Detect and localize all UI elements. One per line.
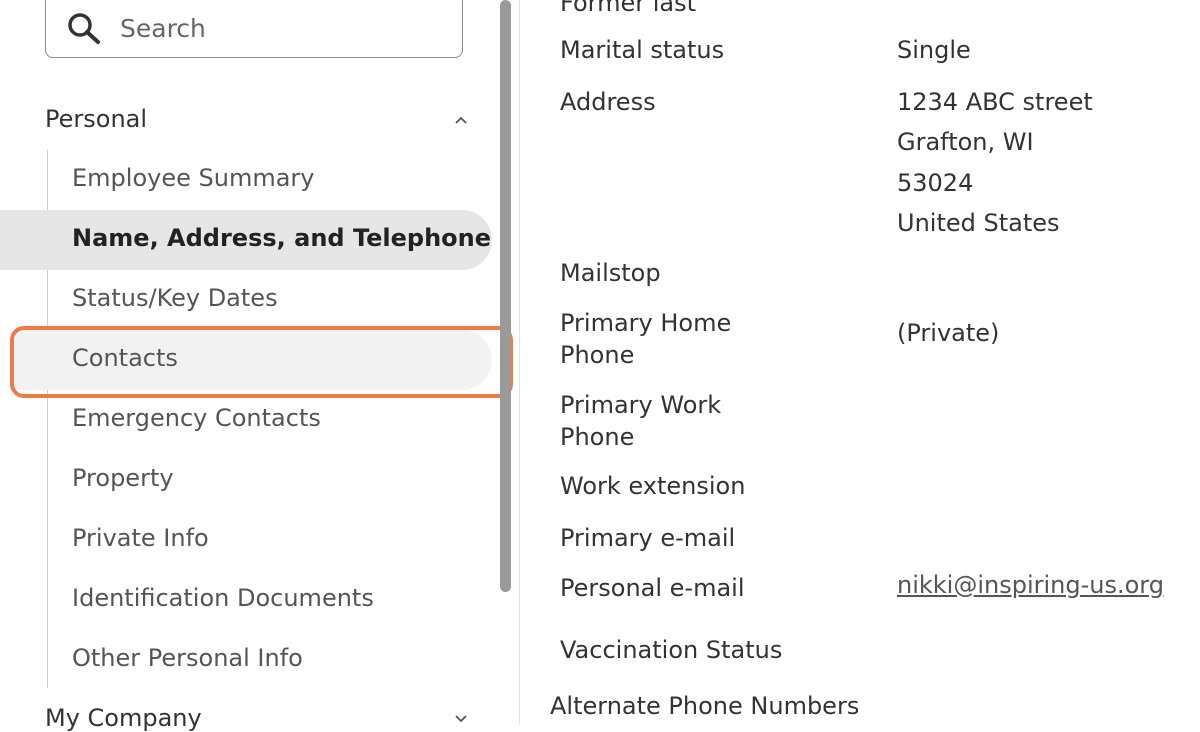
address-label: Address [560, 88, 656, 116]
scrollbar-thumb[interactable] [500, 0, 511, 592]
sidebar-item-other-personal-info[interactable]: Other Personal Info [0, 630, 492, 690]
work-phone-label-line1: Primary Work [560, 391, 722, 419]
section-personal[interactable]: Personal [45, 105, 147, 133]
sidebar-item-property[interactable]: Property [0, 450, 492, 510]
chevron-down-icon[interactable] [452, 713, 470, 725]
search-input[interactable] [118, 9, 452, 47]
address-line2: Grafton, WI [897, 128, 1034, 156]
primary-email-label: Primary e-mail [560, 524, 736, 552]
sidebar-item-label: Status/Key Dates [72, 284, 278, 312]
address-line3: 53024 [897, 169, 974, 197]
sidebar-item-label: Identification Documents [72, 584, 374, 612]
sidebar-item-label: Name, Address, and Telephone [72, 224, 492, 252]
search-icon [68, 13, 100, 44]
sidebar-item-label: Other Personal Info [72, 644, 303, 672]
sidebar-item-emergency-contacts[interactable]: Emergency Contacts [0, 390, 492, 450]
sidebar-item-label: Employee Summary [72, 164, 315, 192]
sidebar-item-status-key-dates[interactable]: Status/Key Dates [0, 270, 492, 330]
personal-email-link[interactable]: nikki@inspiring-us.org [897, 565, 1164, 605]
sidebar-item-label: Private Info [72, 524, 209, 552]
mailstop-label: Mailstop [560, 259, 661, 287]
vaccination-status-label: Vaccination Status [560, 636, 783, 664]
sidebar-item-label: Property [72, 464, 174, 492]
highlight-annotation [10, 326, 513, 398]
former-last-label: Former last [560, 0, 697, 17]
address-line4: United States [897, 209, 1060, 237]
marital-status-label: Marital status [560, 36, 725, 64]
personal-email-label: Personal e-mail [560, 574, 745, 602]
marital-status-value: Single [897, 36, 971, 64]
search-box[interactable] [45, 0, 463, 58]
sidebar-item-name-address-telephone[interactable]: Name, Address, and Telephone [0, 210, 492, 270]
details-panel: Former last Marital status Single Addres… [520, 0, 1200, 725]
alternate-phone-numbers-heading: Alternate Phone Numbers [550, 692, 860, 720]
section-my-company[interactable]: My Company [45, 704, 202, 732]
sidebar: Personal Employee Summary Name, Address,… [0, 0, 520, 732]
chevron-up-icon[interactable] [452, 114, 470, 126]
sidebar-item-identification-documents[interactable]: Identification Documents [0, 570, 492, 630]
sidebar-item-private-info[interactable]: Private Info [0, 510, 492, 570]
work-phone-label-line2: Phone [560, 423, 635, 451]
sidebar-item-label: Emergency Contacts [72, 404, 321, 432]
address-line1: 1234 ABC street [897, 88, 1093, 116]
work-extension-label: Work extension [560, 472, 746, 500]
home-phone-value: (Private) [897, 319, 1000, 347]
home-phone-label-line2: Phone [560, 341, 635, 369]
home-phone-label-line1: Primary Home [560, 309, 732, 337]
sidebar-item-employee-summary[interactable]: Employee Summary [0, 150, 492, 210]
